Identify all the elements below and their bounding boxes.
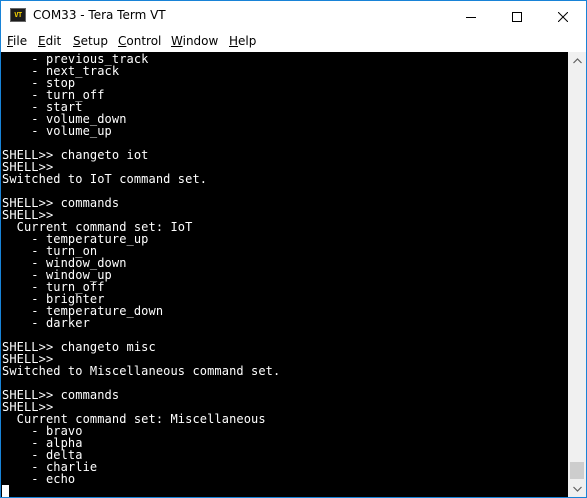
menu-window-label: indow: [182, 34, 219, 48]
menu-window[interactable]: Window: [171, 34, 218, 48]
terminal-line: - volume_up: [2, 124, 112, 138]
maximize-icon: [512, 11, 522, 22]
menu-control-label: ontrol: [126, 34, 162, 48]
menu-setup-accel: S: [73, 34, 81, 48]
vertical-scrollbar[interactable]: [568, 52, 586, 497]
chevron-up-icon: [572, 57, 582, 63]
menu-edit-accel: E: [38, 34, 46, 48]
terminal-line: - darker: [2, 316, 90, 330]
chevron-down-icon: [572, 486, 582, 492]
scroll-up-button[interactable]: [568, 52, 586, 69]
window-title: COM33 - Tera Term VT: [33, 8, 166, 22]
menu-help[interactable]: Help: [229, 34, 256, 48]
menu-help-label: elp: [238, 34, 257, 48]
menu-bar: File Edit Setup Control Window Help: [1, 32, 586, 52]
close-button[interactable]: [540, 1, 586, 32]
menu-setup[interactable]: Setup: [73, 34, 108, 48]
terminal-screen[interactable]: - previous_track - next_track - stop - t…: [1, 52, 568, 497]
title-bar[interactable]: VT COM33 - Tera Term VT: [1, 1, 586, 32]
menu-help-accel: H: [229, 34, 239, 48]
scroll-down-button[interactable]: [568, 480, 586, 497]
menu-edit[interactable]: Edit: [38, 34, 61, 48]
terminal-line: Switched to Miscellaneous command set.: [2, 364, 281, 378]
tera-term-app-icon[interactable]: VT: [10, 8, 26, 22]
minimize-icon: [466, 16, 476, 18]
menu-file-label: ile: [13, 34, 28, 48]
menu-setup-label: etup: [80, 34, 108, 48]
terminal-line: - echo: [2, 472, 76, 486]
menu-edit-label: dit: [45, 34, 62, 48]
menu-control[interactable]: Control: [118, 34, 161, 48]
close-icon: [558, 11, 568, 22]
minimize-button[interactable]: [448, 1, 494, 32]
menu-file[interactable]: File: [7, 34, 27, 48]
terminal-line: Switched to IoT command set.: [2, 172, 208, 186]
menu-window-accel: W: [171, 34, 183, 48]
tera-term-window: VT COM33 - Tera Term VT File Edit Setup …: [0, 0, 587, 498]
maximize-button[interactable]: [494, 1, 540, 32]
scroll-thumb[interactable]: [570, 462, 584, 479]
terminal-cursor: [2, 485, 9, 497]
